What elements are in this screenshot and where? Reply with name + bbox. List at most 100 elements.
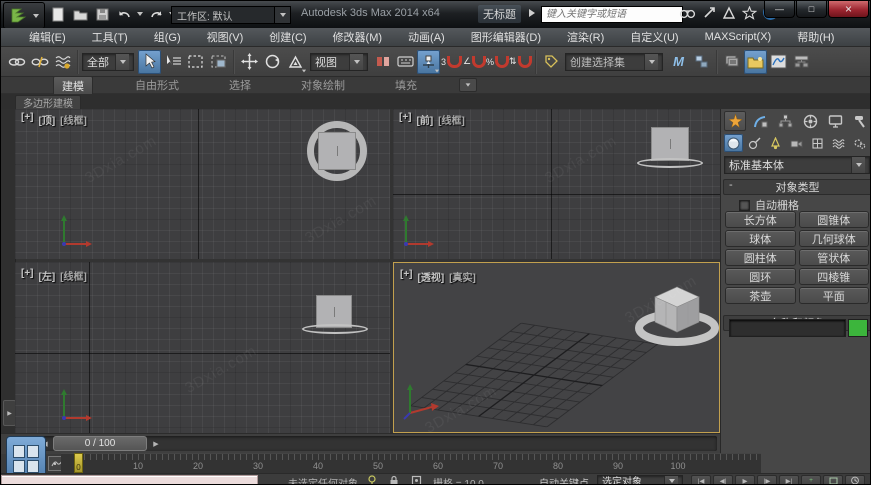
menu-item-edit[interactable]: 编辑(E) — [29, 29, 66, 45]
menu-item-views[interactable]: 视图(V) — [207, 29, 244, 45]
viewport-menu-shading[interactable]: [真实] — [449, 269, 476, 284]
object-button-box[interactable]: 长方体 — [725, 211, 796, 228]
object-button-cylinder[interactable]: 圆柱体 — [725, 249, 796, 266]
helpers-category-icon[interactable] — [808, 134, 827, 152]
viewport-top[interactable]: [+] [顶] [线框] — [15, 109, 390, 259]
search-binoculars-icon[interactable] — [679, 6, 696, 20]
object-type-rollout-header[interactable]: - 对象类型 — [723, 179, 871, 195]
object-button-plane[interactable]: 平面 — [799, 287, 870, 304]
object-button-geosphere[interactable]: 几何球体 — [799, 230, 870, 247]
autokey-button[interactable]: 自动关键点 — [539, 475, 589, 485]
menu-item-tools[interactable]: 工具(T) — [92, 29, 128, 45]
window-crossing-toggle-icon[interactable] — [207, 50, 230, 74]
isolate-selection-icon[interactable] — [367, 475, 377, 485]
infocenter-search-input[interactable] — [541, 6, 683, 23]
motion-tab-icon[interactable] — [799, 111, 821, 131]
ribbon-subtab-polygon-modeling[interactable]: 多边形建模 — [15, 95, 81, 110]
use-pivot-point-center-icon[interactable] — [417, 50, 440, 74]
menu-item-maxscript[interactable]: MAXScript(X) — [705, 31, 772, 43]
go-to-start-button[interactable]: |◀ — [691, 475, 711, 485]
shapes-category-icon[interactable] — [745, 134, 764, 152]
viewport-perspective[interactable]: [+] [透视] [真实] — [393, 262, 720, 433]
next-frame-button[interactable]: |▶ — [757, 475, 777, 485]
primitive-category-dropdown[interactable]: 标准基本体 — [724, 156, 870, 174]
utilities-tab-icon[interactable] — [849, 111, 871, 131]
select-and-scale-icon[interactable] — [284, 50, 307, 74]
object-button-pyramid[interactable]: 四棱锥 — [799, 268, 870, 285]
maximize-button[interactable]: □ — [796, 1, 827, 18]
redo-icon[interactable] — [147, 5, 165, 23]
ribbon-tab-populate[interactable]: 填充 — [387, 76, 425, 94]
object-button-sphere[interactable]: 球体 — [725, 230, 796, 247]
angle-snap-toggle-icon[interactable]: ∠ — [463, 50, 486, 74]
undo-history-caret-icon[interactable] — [137, 12, 143, 16]
undo-icon[interactable] — [115, 5, 133, 23]
object-name-field[interactable] — [729, 319, 846, 337]
key-mode-toggle-button[interactable] — [823, 475, 843, 485]
viewport-menu-shading[interactable]: [线框] — [60, 112, 87, 127]
object-button-teapot[interactable]: 茶壶 — [725, 287, 796, 304]
unlink-selection-icon[interactable] — [28, 50, 51, 74]
graphite-ribbon-toggle-icon[interactable] — [744, 50, 767, 74]
key-filter-dropdown[interactable]: 选定对象 — [597, 475, 683, 485]
favorites-star-icon[interactable] — [742, 6, 757, 20]
autogrid-checkbox[interactable] — [739, 200, 750, 211]
menu-item-rendering[interactable]: 渲染(R) — [567, 29, 604, 45]
menu-item-customize[interactable]: 自定义(U) — [630, 29, 678, 45]
spinner-snap-toggle-icon[interactable]: ⇅ — [509, 50, 532, 74]
menu-item-graph-editors[interactable]: 图形编辑器(D) — [471, 29, 541, 45]
ribbon-tab-modeling[interactable]: 建模 — [53, 76, 93, 95]
object-button-tube[interactable]: 管状体 — [799, 249, 870, 266]
menu-item-create[interactable]: 创建(C) — [269, 29, 306, 45]
named-selection-sets-dropdown[interactable]: 创建选择集 — [565, 53, 663, 71]
modify-tab-icon[interactable] — [749, 111, 771, 131]
viewport-menu-shading[interactable]: [线框] — [60, 268, 87, 283]
spacewarps-category-icon[interactable] — [829, 134, 848, 152]
object-button-torus[interactable]: 圆环 — [725, 268, 796, 285]
viewport-menu-general[interactable]: [+] — [399, 112, 412, 127]
object-color-swatch[interactable] — [848, 319, 868, 337]
schematic-view-icon[interactable] — [790, 50, 813, 74]
percent-snap-toggle-icon[interactable]: % — [486, 50, 509, 74]
menu-item-group[interactable]: 组(G) — [154, 29, 181, 45]
viewport-front[interactable]: [+] [前] [线框] — [393, 109, 720, 259]
select-and-move-icon[interactable] — [238, 50, 261, 74]
cameras-category-icon[interactable] — [787, 134, 806, 152]
open-file-icon[interactable] — [71, 5, 89, 23]
absolute-offset-toggle-icon[interactable] — [411, 475, 422, 485]
new-scene-icon[interactable] — [49, 5, 67, 23]
reference-coordinate-dropdown[interactable]: 视图 — [310, 53, 368, 71]
infocenter-expand-icon[interactable] — [529, 9, 535, 17]
next-frame-arrow[interactable]: ▶ — [150, 437, 162, 450]
application-menu-button[interactable] — [3, 2, 45, 29]
maxscript-mini-listener[interactable] — [1, 475, 258, 485]
layer-manager-icon[interactable] — [721, 50, 744, 74]
minimize-button[interactable]: — — [764, 1, 795, 18]
selection-filter-dropdown[interactable]: 全部 — [82, 53, 134, 71]
rectangular-selection-region-icon[interactable] — [184, 50, 207, 74]
viewport-menu-pov[interactable]: [顶] — [39, 112, 56, 127]
workspace-dropdown-arrow[interactable] — [274, 6, 291, 24]
ribbon-tab-selection[interactable]: 选择 — [221, 76, 259, 94]
align-icon[interactable] — [690, 50, 713, 74]
menu-item-help[interactable]: 帮助(H) — [797, 29, 834, 45]
select-and-rotate-icon[interactable] — [261, 50, 284, 74]
ribbon-tab-object-paint[interactable]: 对象绘制 — [293, 76, 353, 94]
object-button-cone[interactable]: 圆锥体 — [799, 211, 870, 228]
bind-to-space-warp-icon[interactable] — [51, 50, 74, 74]
viewport-menu-pov[interactable]: [透视] — [418, 269, 445, 284]
menu-item-animation[interactable]: 动画(A) — [408, 29, 445, 45]
set-key-button[interactable]: + — [801, 475, 821, 485]
display-tab-icon[interactable] — [824, 111, 846, 131]
save-file-icon[interactable] — [93, 5, 111, 23]
close-button[interactable]: × — [828, 1, 869, 18]
mirror-icon[interactable]: M — [667, 50, 690, 74]
selection-lock-icon[interactable] — [389, 475, 399, 485]
systems-category-icon[interactable] — [850, 134, 869, 152]
current-frame-handle[interactable]: 0 — [74, 453, 83, 473]
hierarchy-tab-icon[interactable] — [774, 111, 796, 131]
select-object-icon[interactable] — [138, 50, 161, 74]
communication-center-icon[interactable] — [702, 6, 716, 20]
viewport-menu-shading[interactable]: [线框] — [438, 112, 465, 127]
viewport-menu-pov[interactable]: [左] — [39, 268, 56, 283]
